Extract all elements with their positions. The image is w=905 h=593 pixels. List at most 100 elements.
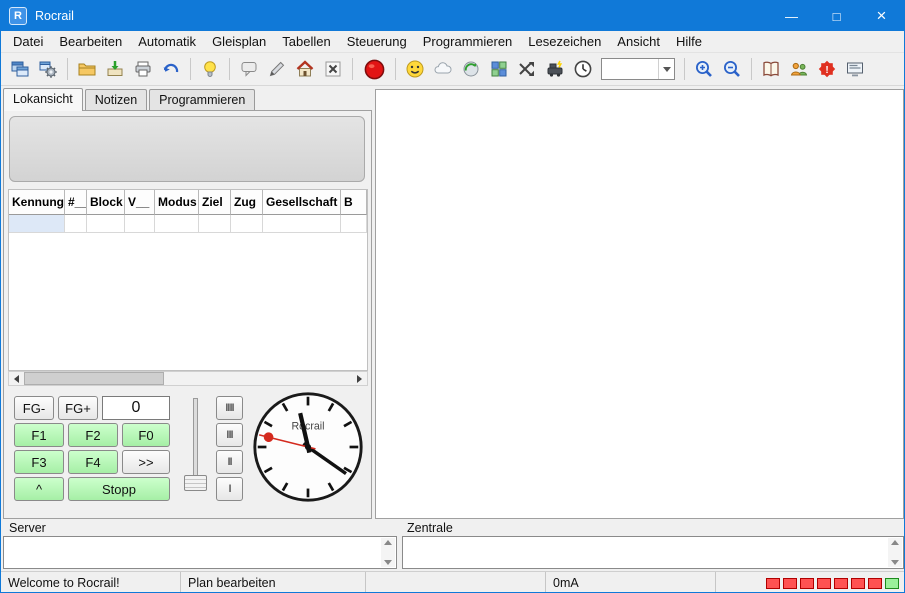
toolbar-combobox[interactable]: [601, 58, 675, 80]
loco-decoder-button[interactable]: [541, 56, 569, 83]
speedstep-2-button[interactable]: II: [216, 450, 243, 474]
table-cell[interactable]: [231, 215, 263, 233]
server-label: Server: [9, 521, 46, 535]
open-button[interactable]: [73, 56, 101, 83]
zoom-out-button[interactable]: [718, 56, 746, 83]
toolbar-separator: [395, 58, 396, 80]
column-block[interactable]: Block: [87, 190, 125, 215]
speedstep-3-button[interactable]: III: [216, 423, 243, 447]
f1-button[interactable]: F1: [14, 423, 64, 447]
speedstep-4-button[interactable]: IIII: [216, 396, 243, 420]
power-lamp-button[interactable]: [196, 56, 224, 83]
scroll-left-button[interactable]: [9, 372, 24, 385]
cloud-icon: [433, 59, 453, 79]
open-icon: [77, 59, 97, 79]
message-button[interactable]: [235, 56, 263, 83]
column-modus[interactable]: Modus: [155, 190, 199, 215]
table-cell[interactable]: [155, 215, 199, 233]
menu-item-tabellen[interactable]: Tabellen: [274, 31, 338, 52]
column-zug[interactable]: Zug: [231, 190, 263, 215]
cloud-button[interactable]: [429, 56, 457, 83]
edit-button[interactable]: [263, 56, 291, 83]
undo-button[interactable]: [157, 56, 185, 83]
rotate-button[interactable]: [457, 56, 485, 83]
menu-item-automatik[interactable]: Automatik: [130, 31, 204, 52]
minimize-button[interactable]: —: [769, 1, 814, 31]
toolbar-separator: [229, 58, 230, 80]
scrollbar-track[interactable]: [24, 372, 352, 385]
properties-button[interactable]: [34, 56, 62, 83]
scroll-down-icon: [384, 560, 392, 565]
stop-button[interactable]: Stopp: [68, 477, 170, 501]
users-button[interactable]: [785, 56, 813, 83]
edit-icon: [267, 59, 287, 79]
menu-item-gleisplan[interactable]: Gleisplan: [204, 31, 274, 52]
table-cell[interactable]: [65, 215, 87, 233]
loco-panel: Kennung #__ Block V__ Modus Ziel Zug Ges…: [3, 110, 372, 519]
tab-lokansicht[interactable]: Lokansicht: [3, 88, 83, 111]
smiley-button[interactable]: [401, 56, 429, 83]
column-v[interactable]: V__: [125, 190, 155, 215]
column-ziel[interactable]: Ziel: [199, 190, 231, 215]
smiley-icon: [405, 59, 425, 79]
close-button[interactable]: ×: [859, 1, 904, 31]
emergency-stop-button[interactable]: [358, 56, 390, 83]
close-plan-button[interactable]: [319, 56, 347, 83]
print-icon: [133, 59, 153, 79]
menu-item-programmieren[interactable]: Programmieren: [415, 31, 521, 52]
table-cell[interactable]: [87, 215, 125, 233]
menu-item-datei[interactable]: Datei: [5, 31, 51, 52]
toolbar-separator: [751, 58, 752, 80]
alert-button[interactable]: !: [813, 56, 841, 83]
speedstep-1-button[interactable]: I: [216, 477, 243, 501]
server-log-scrollbar[interactable]: [381, 538, 395, 567]
menu-item-lesezeichen[interactable]: Lesezeichen: [520, 31, 609, 52]
throttle-slider-handle[interactable]: [184, 475, 207, 491]
column-b[interactable]: B: [341, 190, 367, 215]
menu-item-hilfe[interactable]: Hilfe: [668, 31, 710, 52]
monitor-button[interactable]: [841, 56, 869, 83]
scroll-right-button[interactable]: [352, 372, 367, 385]
blocks-button[interactable]: [485, 56, 513, 83]
clock-button[interactable]: [569, 56, 597, 83]
table-cell[interactable]: [125, 215, 155, 233]
save-button[interactable]: [101, 56, 129, 83]
table-cell[interactable]: [263, 215, 341, 233]
svg-text:!: !: [825, 65, 828, 76]
f0-button[interactable]: F0: [122, 423, 170, 447]
toolbar-separator: [352, 58, 353, 80]
print-button[interactable]: [129, 56, 157, 83]
track-plan-canvas[interactable]: [375, 89, 904, 519]
table-cell[interactable]: [341, 215, 367, 233]
column-number[interactable]: #__: [65, 190, 87, 215]
server-log[interactable]: [3, 536, 397, 569]
column-gesellschaft[interactable]: Gesellschaft: [263, 190, 341, 215]
column-kennung[interactable]: Kennung: [9, 190, 65, 215]
maximize-button[interactable]: □: [814, 1, 859, 31]
menu-item-ansicht[interactable]: Ansicht: [609, 31, 668, 52]
fg-plus-button[interactable]: FG+: [58, 396, 98, 420]
table-cell[interactable]: [199, 215, 231, 233]
fg-minus-button[interactable]: FG-: [14, 396, 54, 420]
routes-button[interactable]: [513, 56, 541, 83]
workspace-button[interactable]: [6, 56, 34, 83]
f2-button[interactable]: F2: [68, 423, 118, 447]
tab-programmieren[interactable]: Programmieren: [149, 89, 255, 110]
menu-item-steuerung[interactable]: Steuerung: [339, 31, 415, 52]
zentrale-log-scrollbar[interactable]: [888, 538, 902, 567]
menu-item-bearbeiten[interactable]: Bearbeiten: [51, 31, 130, 52]
f3-button[interactable]: F3: [14, 450, 64, 474]
zoom-in-button[interactable]: [690, 56, 718, 83]
zentrale-log[interactable]: [402, 536, 904, 569]
chevron-down-icon[interactable]: [658, 59, 674, 79]
scrollbar-thumb[interactable]: [24, 372, 164, 385]
shift-functions-button[interactable]: >>: [122, 450, 170, 474]
track-power-indicator: [783, 578, 797, 589]
book-button[interactable]: [757, 56, 785, 83]
tab-notizen[interactable]: Notizen: [85, 89, 147, 110]
table-cell[interactable]: [9, 215, 65, 233]
direction-button[interactable]: ^: [14, 477, 64, 501]
home-button[interactable]: [291, 56, 319, 83]
track-power-indicator: [885, 578, 899, 589]
f4-button[interactable]: F4: [68, 450, 118, 474]
